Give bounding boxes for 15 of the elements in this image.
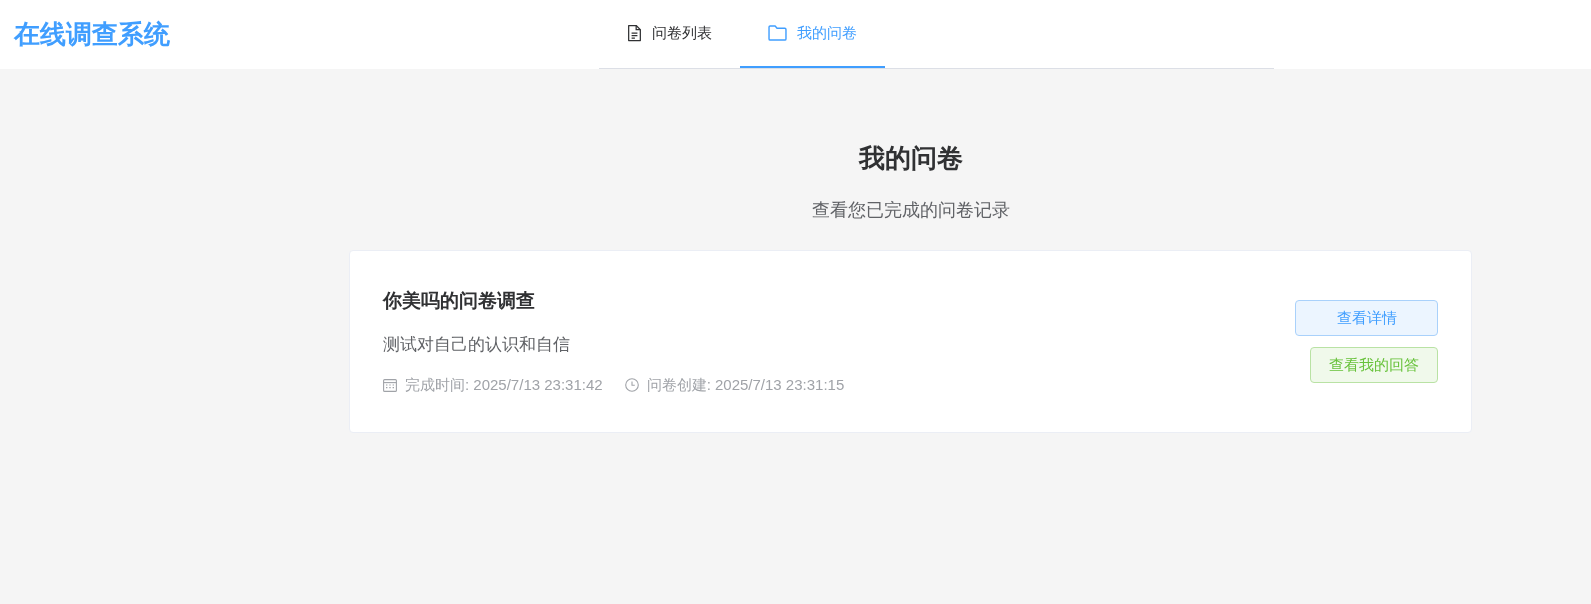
meta-text: 问卷创建: 2025/7/13 23:31:15 bbox=[646, 375, 845, 395]
survey-description: 测试对自己的认识和自信 bbox=[383, 334, 571, 356]
nav-tab[interactable]: 我的问卷 bbox=[740, 0, 885, 68]
meta-text: 完成时间: 2025/7/13 23:31:42 bbox=[405, 375, 603, 395]
page-title: 我的问卷 bbox=[857, 142, 964, 175]
folder-icon bbox=[768, 25, 787, 41]
clock-icon bbox=[624, 378, 639, 392]
survey-title: 你美吗的问卷调查 bbox=[383, 289, 536, 313]
nav-tab[interactable]: 问卷列表 bbox=[599, 0, 740, 68]
view-details-button[interactable]: 查看详情 bbox=[1295, 300, 1438, 336]
document-icon bbox=[627, 24, 642, 42]
app-logo-text: 在线调查系统 bbox=[12, 18, 171, 51]
calendar-icon bbox=[383, 378, 397, 392]
view-answers-button[interactable]: 查看我的回答 bbox=[1310, 347, 1438, 383]
page-subtitle: 查看您已完成的问卷记录 bbox=[810, 199, 1011, 222]
